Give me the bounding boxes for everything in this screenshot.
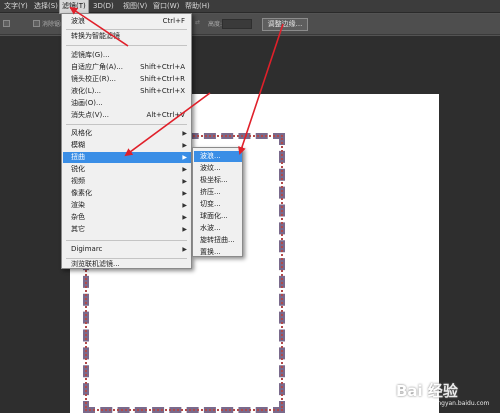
menu-item-label: 转换为智能滤镜 — [71, 32, 120, 40]
refine-edge-button[interactable]: 调整边缘... — [262, 18, 308, 31]
submenu-item-zigzag[interactable]: 水波... — [200, 223, 242, 234]
menu-item-label: 镜头校正(R)... — [71, 75, 117, 83]
submenu-item-twirl[interactable]: 旋转扭曲... — [200, 235, 242, 246]
menu-item-convert-smart-filter[interactable]: 转换为智能滤镜 — [71, 31, 191, 42]
menu-item-stylize[interactable]: 风格化 ▶ — [71, 128, 191, 139]
menu-divider — [66, 29, 187, 30]
menu-bar: 文字(Y) 选择(S) 滤镜(T) 3D(D) 视图(V) 窗口(W) 帮助(H… — [0, 0, 500, 14]
menu-item-blur[interactable]: 模糊 ▶ — [71, 140, 191, 151]
menu-divider — [66, 124, 187, 125]
chevron-right-icon: ▶ — [182, 154, 187, 161]
menu-view[interactable]: 视图(V) — [121, 0, 149, 13]
chevron-right-icon: ▶ — [182, 246, 187, 253]
menu-item-browse-online-filters[interactable]: 浏览联机滤镜... — [71, 259, 191, 270]
menu-item-label: 渲染 — [71, 201, 85, 209]
antialias-checkbox[interactable] — [33, 20, 40, 27]
chevron-right-icon: ▶ — [182, 190, 187, 197]
submenu-item-wave[interactable]: 波浪... — [194, 151, 242, 162]
chevron-right-icon: ▶ — [182, 166, 187, 173]
swap-icon[interactable]: ⇄ — [195, 19, 200, 26]
chevron-right-icon: ▶ — [182, 142, 187, 149]
menu-divider — [66, 240, 187, 241]
menu-item-adaptive-wide-angle[interactable]: 自适应广角(A)... Shift+Ctrl+A — [71, 62, 191, 73]
menu-item-label: 像素化 — [71, 189, 92, 197]
height-input[interactable] — [222, 19, 252, 29]
chevron-right-icon: ▶ — [182, 130, 187, 137]
watermark-url: jingyan.baidu.com — [434, 400, 490, 407]
filter-menu: 波浪 Ctrl+F 转换为智能滤镜 滤镜库(G)... 自适应广角(A)... … — [61, 13, 192, 269]
chevron-right-icon: ▶ — [182, 202, 187, 209]
chevron-right-icon: ▶ — [182, 178, 187, 185]
submenu-item-shear[interactable]: 切变... — [200, 199, 242, 210]
menu-item-label: 风格化 — [71, 129, 92, 137]
menu-item-label: 杂色 — [71, 213, 85, 221]
menu-item-render[interactable]: 渲染 ▶ — [71, 200, 191, 211]
menu-item-wave-last[interactable]: 波浪 Ctrl+F — [71, 16, 191, 27]
submenu-item-displace[interactable]: 置换... — [200, 247, 242, 258]
shortcut-label: Ctrl+F — [162, 17, 185, 25]
height-label: 高度: — [208, 21, 223, 28]
menu-item-label: 模糊 — [71, 141, 85, 149]
menu-item-distort[interactable]: 扭曲 ▶ — [63, 152, 191, 163]
menu-item-label: 自适应广角(A)... — [71, 63, 123, 71]
menu-3d[interactable]: 3D(D) — [91, 0, 116, 13]
menu-item-label: 液化(L)... — [71, 87, 102, 95]
menu-item-vanishing-point[interactable]: 消失点(V)... Alt+Ctrl+V — [71, 110, 191, 121]
menu-item-label: Digimarc — [71, 245, 103, 253]
menu-item-label: 消失点(V)... — [71, 111, 109, 119]
menu-item-filter-gallery[interactable]: 滤镜库(G)... — [71, 50, 191, 61]
menu-item-label: 视频 — [71, 177, 85, 185]
menu-select[interactable]: 选择(S) — [32, 0, 60, 13]
menu-divider — [66, 45, 187, 46]
shortcut-label: Shift+Ctrl+R — [140, 75, 185, 83]
menu-item-label: 其它 — [71, 225, 85, 233]
menu-help[interactable]: 帮助(H) — [183, 0, 212, 13]
distort-submenu: 波浪... 波纹... 极坐标... 挤压... 切变... 球面化... 水波… — [192, 147, 243, 257]
menu-item-pixelate[interactable]: 像素化 ▶ — [71, 188, 191, 199]
menu-filter[interactable]: 滤镜(T) — [59, 0, 89, 14]
chevron-right-icon: ▶ — [182, 226, 187, 233]
menu-item-other[interactable]: 其它 ▶ — [71, 224, 191, 235]
menu-text[interactable]: 文字(Y) — [2, 0, 30, 13]
menu-item-label: 锐化 — [71, 165, 85, 173]
menu-item-video[interactable]: 视频 ▶ — [71, 176, 191, 187]
shortcut-label: Alt+Ctrl+V — [146, 111, 185, 119]
menu-window[interactable]: 窗口(W) — [151, 0, 181, 13]
submenu-item-spherize[interactable]: 球面化... — [200, 211, 242, 222]
shortcut-label: Shift+Ctrl+X — [140, 87, 185, 95]
menu-item-digimarc[interactable]: Digimarc ▶ — [71, 244, 191, 255]
menu-item-label: 油画(O)... — [71, 99, 103, 107]
menu-item-lens-correction[interactable]: 镜头校正(R)... Shift+Ctrl+R — [71, 74, 191, 85]
menu-item-oil-paint[interactable]: 油画(O)... — [71, 98, 191, 109]
menu-item-sharpen[interactable]: 锐化 ▶ — [71, 164, 191, 175]
menu-item-label: 波浪 — [71, 17, 85, 25]
submenu-item-polar-coordinates[interactable]: 极坐标... — [200, 175, 242, 186]
chevron-right-icon: ▶ — [182, 214, 187, 221]
watermark-logo: Bai 经验 — [396, 382, 458, 400]
menu-item-label: 滤镜库(G)... — [71, 51, 110, 59]
submenu-item-pinch[interactable]: 挤压... — [200, 187, 242, 198]
menu-item-label: 浏览联机滤镜... — [71, 260, 120, 268]
menu-item-liquify[interactable]: 液化(L)... Shift+Ctrl+X — [71, 86, 191, 97]
submenu-item-ripple[interactable]: 波纹... — [200, 163, 242, 174]
menu-item-label: 扭曲 — [71, 153, 85, 161]
shortcut-label: Shift+Ctrl+A — [140, 63, 185, 71]
menu-item-noise[interactable]: 杂色 ▶ — [71, 212, 191, 223]
feather-checkbox[interactable] — [3, 20, 10, 27]
